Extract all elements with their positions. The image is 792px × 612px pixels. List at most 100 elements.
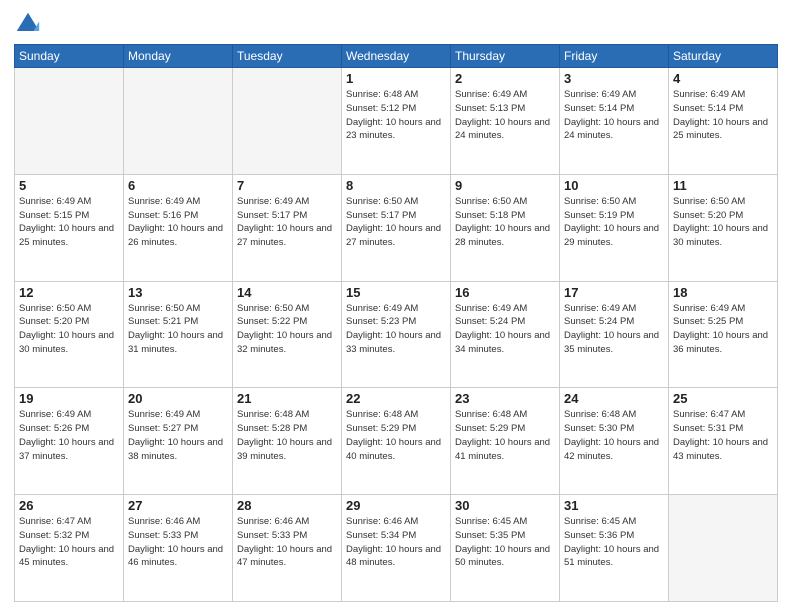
sunrise-label: Sunrise: 6:48 AM bbox=[564, 409, 636, 420]
day-number: 18 bbox=[673, 285, 773, 300]
sunset-label: Sunset: 5:34 PM bbox=[346, 530, 416, 541]
day-info: Sunrise: 6:49 AMSunset: 5:14 PMDaylight:… bbox=[673, 88, 773, 143]
day-info: Sunrise: 6:45 AMSunset: 5:36 PMDaylight:… bbox=[564, 515, 664, 570]
sunrise-label: Sunrise: 6:49 AM bbox=[564, 89, 636, 100]
day-info: Sunrise: 6:49 AMSunset: 5:27 PMDaylight:… bbox=[128, 408, 228, 463]
calendar-cell: 7Sunrise: 6:49 AMSunset: 5:17 PMDaylight… bbox=[233, 174, 342, 281]
day-info: Sunrise: 6:48 AM Sunset: 5:30 PM Daylight:… bbox=[564, 408, 664, 463]
sunset-label: Sunset: 5:30 PM bbox=[564, 423, 634, 434]
day-info: Sunrise: 6:49 AMSunset: 5:14 PMDaylight:… bbox=[564, 88, 664, 143]
calendar-cell: 29Sunrise: 6:46 AMSunset: 5:34 PMDayligh… bbox=[342, 495, 451, 602]
calendar-cell: 9Sunrise: 6:50 AMSunset: 5:18 PMDaylight… bbox=[451, 174, 560, 281]
day-number: 19 bbox=[19, 391, 119, 406]
daylight-label: Daylight: 10 hours and 24 minutes. bbox=[455, 117, 550, 142]
sunrise-label: Sunrise: 6:45 AM bbox=[564, 516, 636, 527]
sunset-label: Sunset: 5:35 PM bbox=[455, 530, 525, 541]
weekday-header-row: SundayMondayTuesdayWednesdayThursdayFrid… bbox=[15, 45, 778, 68]
calendar-cell: 19 Sunrise: 6:49 AMSunset: 5:26 PMDayligh… bbox=[15, 388, 124, 495]
calendar-cell: 10Sunrise: 6:50 AMSunset: 5:19 PMDayligh… bbox=[560, 174, 669, 281]
sunset-label: Sunset: 5:27 PM bbox=[128, 423, 198, 434]
day-info: Sunrise: 6:49 AM Sunset: 5:24 PM Daylight:… bbox=[564, 302, 664, 357]
sunrise-label: Sunrise: 6:50 AM bbox=[237, 303, 309, 314]
sunset-label: Sunset: 5:33 PM bbox=[237, 530, 307, 541]
day-info: Sunrise: 6:46 AMSunset: 5:33 PMDaylight:… bbox=[128, 515, 228, 570]
daylight-label: Daylight: 10 hours and 35 minutes. bbox=[564, 330, 659, 355]
calendar-cell: 15 Sunrise: 6:49 AMSunset: 5:23 PMDayligh… bbox=[342, 281, 451, 388]
weekday-header: Monday bbox=[124, 45, 233, 68]
day-number: 27 bbox=[128, 498, 228, 513]
weekday-header: Friday bbox=[560, 45, 669, 68]
day-number: 28 bbox=[237, 498, 337, 513]
sunset-label: Sunset: 5:24 PM bbox=[564, 316, 634, 327]
day-number: 29 bbox=[346, 498, 446, 513]
sunset-label: Sunset: 5:26 PM bbox=[19, 423, 89, 434]
calendar-cell: 3Sunrise: 6:49 AMSunset: 5:14 PMDaylight… bbox=[560, 68, 669, 175]
day-info: Sunrise: 6:49 AMSunset: 5:15 PMDaylight:… bbox=[19, 195, 119, 250]
sunset-label: Sunset: 5:20 PM bbox=[19, 316, 89, 327]
calendar-cell: 18 Sunrise: 6:49 AMSunset: 5:25 PMDayligh… bbox=[669, 281, 778, 388]
logo-icon bbox=[14, 10, 42, 38]
day-number: 31 bbox=[564, 498, 664, 513]
weekday-header: Wednesday bbox=[342, 45, 451, 68]
day-info: Sunrise: 6:49 AMSunset: 5:25 PMDaylight:… bbox=[673, 302, 773, 357]
sunset-label: Sunset: 5:14 PM bbox=[673, 103, 743, 114]
calendar-cell bbox=[233, 68, 342, 175]
day-number: 4 bbox=[673, 71, 773, 86]
header bbox=[14, 10, 778, 38]
day-info: Sunrise: 6:49 AMSunset: 5:26 PMDaylight:… bbox=[19, 408, 119, 463]
sunrise-label: Sunrise: 6:50 AM bbox=[128, 303, 200, 314]
day-number: 15 bbox=[346, 285, 446, 300]
calendar-cell: 14Sunrise: 6:50 AMSunset: 5:22 PMDayligh… bbox=[233, 281, 342, 388]
day-info: Sunrise: 6:48 AMSunset: 5:12 PMDaylight:… bbox=[346, 88, 446, 143]
day-number: 16 bbox=[455, 285, 555, 300]
sunrise-label: Sunrise: 6:49 AM bbox=[455, 303, 527, 314]
sunset-label: Sunset: 5:22 PM bbox=[237, 316, 307, 327]
calendar-cell: 26Sunrise: 6:47 AMSunset: 5:32 PMDayligh… bbox=[15, 495, 124, 602]
calendar-cell: 20 Sunrise: 6:49 AMSunset: 5:27 PMDayligh… bbox=[124, 388, 233, 495]
daylight-label: Daylight: 10 hours and 30 minutes. bbox=[673, 223, 768, 248]
daylight-label: Daylight: 10 hours and 36 minutes. bbox=[673, 330, 768, 355]
weekday-header: Sunday bbox=[15, 45, 124, 68]
daylight-label: Daylight: 10 hours and 37 minutes. bbox=[19, 437, 114, 462]
daylight-label: Daylight: 10 hours and 42 minutes. bbox=[564, 437, 659, 462]
daylight-label: Daylight: 10 hours and 23 minutes. bbox=[346, 117, 441, 142]
calendar-cell: 17Sunrise: 6:49 AMSunset: 5:24 PMDayligh… bbox=[560, 281, 669, 388]
sunrise-label: Sunrise: 6:49 AM bbox=[19, 196, 91, 207]
sunrise-label: Sunrise: 6:49 AM bbox=[128, 196, 200, 207]
day-number: 8 bbox=[346, 178, 446, 193]
logo bbox=[14, 10, 44, 38]
daylight-label: Daylight: 10 hours and 30 minutes. bbox=[19, 330, 114, 355]
calendar-cell: 27 Sunrise: 6:46 AMSunset: 5:33 PMDayligh… bbox=[124, 495, 233, 602]
day-info: Sunrise: 6:50 AMSunset: 5:20 PMDaylight:… bbox=[19, 302, 119, 357]
sunrise-label: Sunrise: 6:45 AM bbox=[455, 516, 527, 527]
day-info: Sunrise: 6:47 AMSunset: 5:32 PMDaylight:… bbox=[19, 515, 119, 570]
day-number: 9 bbox=[455, 178, 555, 193]
calendar-table: SundayMondayTuesdayWednesdayThursdayFrid… bbox=[14, 44, 778, 602]
sunrise-label: Sunrise: 6:49 AM bbox=[564, 303, 636, 314]
sunrise-label: Sunrise: 6:48 AM bbox=[455, 409, 527, 420]
calendar-cell: 5Sunrise: 6:49 AMSunset: 5:15 PMDaylight… bbox=[15, 174, 124, 281]
day-info: Sunrise: 6:49 AMSunset: 5:17 PMDaylight:… bbox=[237, 195, 337, 250]
calendar-cell: 1Sunrise: 6:48 AMSunset: 5:12 PMDaylight… bbox=[342, 68, 451, 175]
sunset-label: Sunset: 5:17 PM bbox=[237, 210, 307, 221]
sunrise-label: Sunrise: 6:48 AM bbox=[346, 409, 418, 420]
sunrise-label: Sunrise: 6:47 AM bbox=[673, 409, 745, 420]
daylight-label: Daylight: 10 hours and 27 minutes. bbox=[346, 223, 441, 248]
calendar-cell: 30Sunrise: 6:45 AMSunset: 5:35 PMDayligh… bbox=[451, 495, 560, 602]
day-info: Sunrise: 6:45 AMSunset: 5:35 PMDaylight:… bbox=[455, 515, 555, 570]
sunrise-label: Sunrise: 6:50 AM bbox=[346, 196, 418, 207]
sunset-label: Sunset: 5:25 PM bbox=[673, 316, 743, 327]
calendar-cell: 24Sunrise: 6:48 AMSunset: 5:30 PMDayligh… bbox=[560, 388, 669, 495]
daylight-label: Daylight: 10 hours and 25 minutes. bbox=[673, 117, 768, 142]
calendar-cell: 2Sunrise: 6:49 AMSunset: 5:13 PMDaylight… bbox=[451, 68, 560, 175]
daylight-label: Daylight: 10 hours and 48 minutes. bbox=[346, 544, 441, 569]
day-number: 2 bbox=[455, 71, 555, 86]
calendar-week-row: 5Sunrise: 6:49 AMSunset: 5:15 PMDaylight… bbox=[15, 174, 778, 281]
day-number: 20 bbox=[128, 391, 228, 406]
day-number: 11 bbox=[673, 178, 773, 193]
sunrise-label: Sunrise: 6:49 AM bbox=[237, 196, 309, 207]
day-info: Sunrise: 6:49 AMSunset: 5:23 PMDaylight:… bbox=[346, 302, 446, 357]
sunset-label: Sunset: 5:13 PM bbox=[455, 103, 525, 114]
sunset-label: Sunset: 5:21 PM bbox=[128, 316, 198, 327]
daylight-label: Daylight: 10 hours and 25 minutes. bbox=[19, 223, 114, 248]
